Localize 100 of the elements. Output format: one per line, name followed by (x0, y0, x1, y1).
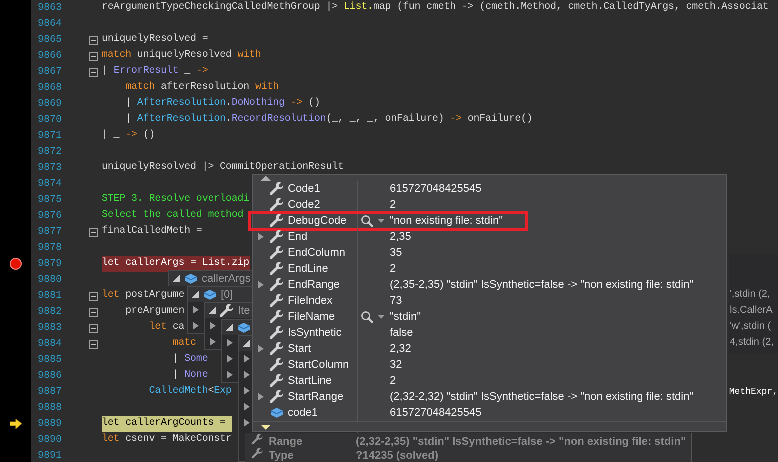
line-number: 9867 (36, 66, 63, 78)
collapse-arrow-icon[interactable] (173, 275, 180, 282)
wrench-icon (269, 213, 285, 229)
line-number: 9864 (36, 18, 63, 30)
property-name: EndLine (288, 263, 330, 275)
code-line: preArgumen (124, 305, 185, 319)
property-name: DebugCode (288, 215, 348, 227)
line-number: 9865 (36, 34, 63, 46)
wrench-icon (269, 389, 285, 405)
code-line: match afterResolution with (124, 80, 280, 95)
property-value: 615727048425545 (390, 407, 483, 419)
property-name: End (288, 231, 309, 243)
wrench-icon (219, 302, 235, 318)
line-number: 9870 (36, 114, 63, 126)
scroll-up-arrow-icon[interactable] (261, 176, 271, 180)
expand-arrow-icon[interactable] (244, 387, 250, 395)
expand-arrow-icon[interactable] (227, 355, 233, 363)
wrench-icon (269, 373, 285, 389)
property-value: "non existing file: stdin" (390, 215, 504, 227)
code-line: | None (172, 368, 208, 383)
breakpoint-icon[interactable] (10, 258, 22, 270)
code-line: STEP 3. Resolve overloadi (102, 192, 250, 207)
line-number: 9872 (36, 146, 63, 158)
line-number: 9863 (36, 2, 63, 14)
property-value: 73 (390, 295, 404, 307)
property-name: Range (269, 435, 304, 449)
wrench-icon (269, 245, 285, 261)
expand-arrow-icon[interactable] (210, 322, 216, 330)
fold-toggle[interactable] (89, 228, 98, 236)
fold-toggle[interactable] (89, 68, 98, 76)
expand-arrow-icon[interactable] (244, 419, 250, 427)
expand-arrow-icon[interactable] (227, 339, 233, 347)
property-value: (2,32-2,35) "stdin" IsSynthetic=false -> "non existing file: stdin" (356, 435, 688, 449)
code-line: match uniquelyResolved with (102, 48, 262, 63)
wrench-icon (269, 261, 285, 277)
fold-toggle[interactable] (89, 52, 98, 60)
collapse-arrow-icon[interactable] (226, 324, 233, 331)
wrench-icon (269, 293, 285, 309)
fold-toggle[interactable] (89, 308, 98, 316)
line-number: 9866 (36, 50, 63, 62)
code-line: finalCalledMeth = (102, 224, 202, 239)
code-line: | _ -> () (102, 128, 156, 143)
expand-arrow-icon[interactable] (258, 233, 264, 241)
property-value: (2,32-2,32) "stdin" IsSynthetic=false -> "non existing file: stdin" (390, 391, 695, 403)
dropdown-caret-icon[interactable] (378, 315, 385, 319)
expand-arrow-icon[interactable] (210, 338, 216, 346)
expand-arrow-icon[interactable] (193, 306, 199, 314)
property-value: 35 (390, 247, 404, 259)
expand-arrow-icon[interactable] (244, 355, 250, 363)
expand-arrow-icon[interactable] (258, 393, 264, 401)
expand-arrow-icon[interactable] (244, 371, 250, 379)
code-line: | Some (172, 352, 208, 367)
magnifier-icon[interactable] (361, 310, 375, 324)
value-text: ',stdin (2, (729, 288, 770, 302)
collapse-arrow-icon[interactable] (243, 340, 250, 347)
collapse-arrow-icon[interactable] (209, 307, 216, 314)
line-number: 9884 (36, 338, 63, 350)
scroll-down-arrow-icon[interactable] (261, 425, 271, 430)
field-icon (183, 272, 199, 286)
property-value: 615727048425545 (390, 183, 483, 195)
property-name: code1 (288, 407, 319, 419)
code-line: let postArgume (102, 288, 185, 303)
line-number: 9889 (36, 418, 63, 430)
fold-toggle[interactable] (89, 324, 98, 332)
property-value: false (390, 327, 414, 339)
collapse-arrow-icon[interactable] (192, 291, 199, 298)
magnifier-icon[interactable] (361, 214, 375, 228)
line-number: 9891 (36, 450, 63, 462)
line-number: 9877 (36, 226, 63, 238)
line-number: 9885 (36, 354, 63, 366)
fold-toggle[interactable] (89, 340, 98, 348)
fold-toggle[interactable] (89, 292, 98, 300)
wrench-icon (251, 433, 264, 446)
property-value: 32 (390, 359, 404, 371)
line-number: 9881 (36, 290, 63, 302)
line-number: 9873 (36, 162, 63, 174)
field-icon (236, 320, 252, 334)
line-number: 9888 (36, 402, 63, 414)
property-name: EndColumn (288, 247, 346, 259)
code-line: Select the called method (102, 208, 244, 223)
code-line: let ca (148, 320, 185, 335)
property-name: IsSynthetic (288, 327, 343, 339)
wrench-icon (269, 309, 285, 325)
expand-arrow-icon[interactable] (244, 403, 250, 411)
line-number: 9887 (36, 386, 63, 398)
expand-arrow-icon[interactable] (258, 345, 264, 353)
code-line: | AfterResolution.RecordResolution(_, _, _, onFailure) -> onFailure() (124, 112, 533, 127)
value-text: 4,stdin (2, (729, 336, 774, 350)
expand-arrow-icon[interactable] (227, 371, 233, 379)
expand-arrow-icon[interactable] (193, 322, 199, 330)
field-icon (202, 288, 218, 302)
property-name: Type (269, 449, 295, 462)
line-number: 9886 (36, 370, 63, 382)
fold-toggle[interactable] (89, 36, 98, 44)
code-line: | ErrorResult _ -> (102, 64, 208, 79)
wrench-icon (269, 197, 285, 213)
property-name: EndRange (288, 279, 341, 291)
property-value: 2 (390, 375, 398, 387)
expand-arrow-icon[interactable] (258, 281, 264, 289)
dropdown-caret-icon[interactable] (378, 219, 385, 223)
